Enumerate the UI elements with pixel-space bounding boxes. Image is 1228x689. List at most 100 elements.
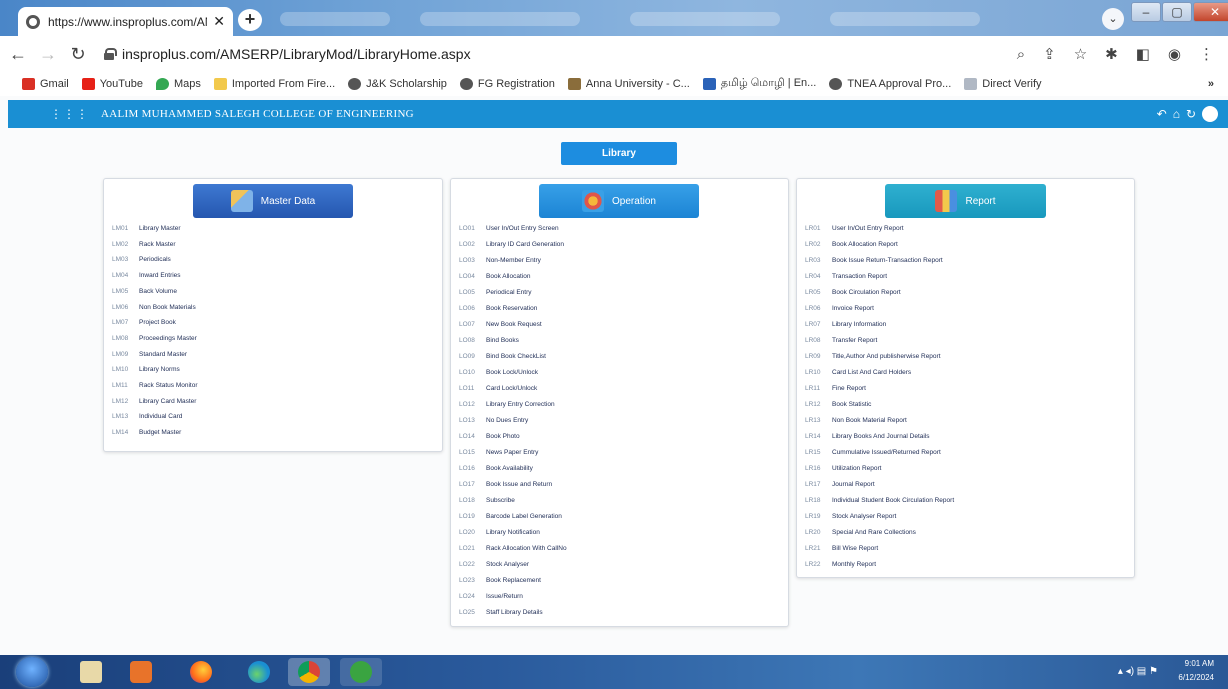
- operation-menu-item[interactable]: LO25 Staff Library Details: [459, 609, 543, 616]
- report-menu-item[interactable]: LR21 Bill Wise Report: [805, 545, 878, 552]
- operation-menu-item[interactable]: LO02 Library ID Card Generation: [459, 241, 564, 248]
- report-menu-item[interactable]: LR04 Transaction Report: [805, 273, 887, 280]
- operation-menu-item[interactable]: LO23 Book Replacement: [459, 577, 541, 584]
- background-tab[interactable]: [420, 12, 580, 26]
- operation-menu-item[interactable]: LO16 Book Availability: [459, 465, 533, 472]
- report-menu-item[interactable]: LR17 Journal Report: [805, 481, 875, 488]
- operation-menu-item[interactable]: LO05 Periodical Entry: [459, 289, 532, 296]
- report-menu-item[interactable]: LR14 Library Books And Journal Details: [805, 433, 930, 440]
- report-menu-item[interactable]: LR19 Stock Analyser Report: [805, 513, 896, 520]
- report-menu-item[interactable]: LR06 Invoice Report: [805, 305, 874, 312]
- bookmark-fg-registration[interactable]: FG Registration: [459, 78, 555, 90]
- master-menu-item[interactable]: LM10 Library Norms: [112, 366, 180, 373]
- minimize-icon[interactable]: –: [1131, 2, 1161, 22]
- report-menu-item[interactable]: LR05 Book Circulation Report: [805, 289, 901, 296]
- system-tray-icons[interactable]: ▴ ◂) ▤ ⚑: [1118, 666, 1158, 677]
- operation-menu-item[interactable]: LO18 Subscribe: [459, 497, 515, 504]
- tab-close-icon[interactable]: ✕: [213, 13, 225, 30]
- bookmarks-more-icon[interactable]: »: [1208, 78, 1214, 90]
- system-clock[interactable]: 9:01 AM 6/12/2024: [1178, 657, 1214, 685]
- bookmark-maps[interactable]: Maps: [155, 78, 201, 90]
- report-menu-item[interactable]: LR22 Monthly Report: [805, 561, 876, 568]
- operation-menu-item[interactable]: LO09 Bind Book CheckList: [459, 353, 546, 360]
- master-menu-item[interactable]: LM07 Project Book: [112, 319, 176, 326]
- master-menu-item[interactable]: LM01 Library Master: [112, 225, 181, 232]
- report-menu-item[interactable]: LR20 Special And Rare Collections: [805, 529, 916, 536]
- operation-menu-item[interactable]: LO04 Book Allocation: [459, 273, 530, 280]
- master-menu-item[interactable]: LM08 Proceedings Master: [112, 335, 197, 342]
- operation-menu-item[interactable]: LO01 User In/Out Entry Screen: [459, 225, 559, 232]
- tab-search-icon[interactable]: ⌄: [1102, 8, 1124, 30]
- app-grid-menu-icon[interactable]: ⋮⋮⋮: [50, 107, 89, 121]
- master-menu-item[interactable]: LM12 Library Card Master: [112, 398, 196, 405]
- background-tab[interactable]: [630, 12, 780, 26]
- operation-menu-item[interactable]: LO12 Library Entry Correction: [459, 401, 555, 408]
- maximize-icon[interactable]: ▢: [1162, 2, 1192, 22]
- side-panel-icon[interactable]: ◧: [1136, 45, 1150, 63]
- bookmark-imported-folder[interactable]: Imported From Fire...: [213, 78, 335, 90]
- operation-menu-item[interactable]: LO20 Library Notification: [459, 529, 540, 536]
- bookmark-anna-university[interactable]: Anna University - C...: [567, 78, 690, 90]
- report-menu-item[interactable]: LR11 Fine Report: [805, 385, 866, 392]
- taskbar-explorer[interactable]: [70, 658, 112, 686]
- reload-icon[interactable]: ↻: [66, 44, 90, 65]
- bookmark-youtube[interactable]: YouTube: [81, 78, 143, 90]
- report-menu-item[interactable]: LR07 Library Information: [805, 321, 886, 328]
- report-menu-item[interactable]: LR16 Utilization Report: [805, 465, 882, 472]
- report-menu-item[interactable]: LR03 Book Issue Return-Transaction Report: [805, 257, 943, 264]
- back-arrow-icon[interactable]: ←: [6, 44, 30, 65]
- report-menu-item[interactable]: LR12 Book Statistic: [805, 401, 871, 408]
- url-field[interactable]: insproplus.com/AMSERP/LibraryMod/Library…: [122, 46, 471, 62]
- share-icon[interactable]: ⇪: [1043, 45, 1056, 63]
- bookmark-direct-verify[interactable]: Direct Verify: [964, 78, 1042, 90]
- operation-menu-item[interactable]: LO03 Non-Member Entry: [459, 257, 541, 264]
- operation-menu-item[interactable]: LO06 Book Reservation: [459, 305, 537, 312]
- master-menu-item[interactable]: LM04 Inward Entries: [112, 272, 181, 279]
- master-menu-item[interactable]: LM09 Standard Master: [112, 351, 187, 358]
- bookmark-tamil[interactable]: தமிழ் மொழி | En...: [702, 77, 816, 91]
- operation-menu-item[interactable]: LO14 Book Photo: [459, 433, 520, 440]
- report-menu-item[interactable]: LR01 User In/Out Entry Report: [805, 225, 904, 232]
- master-menu-item[interactable]: LM11 Rack Status Monitor: [112, 382, 198, 389]
- master-menu-item[interactable]: LM06 Non Book Materials: [112, 304, 196, 311]
- bookmark-star-icon[interactable]: ☆: [1074, 45, 1087, 63]
- report-menu-item[interactable]: LR13 Non Book Material Report: [805, 417, 907, 424]
- background-tab[interactable]: [830, 12, 980, 26]
- taskbar-edge[interactable]: [238, 658, 280, 686]
- report-menu-item[interactable]: LR15 Cummulative Issued/Returned Report: [805, 449, 941, 456]
- report-menu-item[interactable]: LR09 Title,Author And publisherwise Repor…: [805, 353, 941, 360]
- extensions-icon[interactable]: ✱: [1105, 45, 1118, 63]
- master-menu-item[interactable]: LM13 Individual Card: [112, 413, 182, 420]
- new-tab-button[interactable]: +: [238, 9, 262, 31]
- taskbar-firefox[interactable]: [180, 658, 222, 686]
- library-module-button[interactable]: Library: [561, 142, 677, 165]
- close-window-icon[interactable]: ✕: [1193, 2, 1228, 22]
- browser-menu-icon[interactable]: ⋮: [1199, 45, 1214, 63]
- back-icon[interactable]: ↶: [1157, 107, 1167, 121]
- operation-menu-item[interactable]: LO15 News Paper Entry: [459, 449, 538, 456]
- report-menu-item[interactable]: LR10 Card List And Card Holders: [805, 369, 911, 376]
- master-menu-item[interactable]: LM05 Back Volume: [112, 288, 177, 295]
- profile-avatar-icon[interactable]: ◉: [1168, 45, 1181, 63]
- refresh-icon[interactable]: ↻: [1186, 107, 1196, 121]
- report-menu-item[interactable]: LR08 Transfer Report: [805, 337, 877, 344]
- operation-menu-item[interactable]: LO21 Rack Allocation With CallNo: [459, 545, 567, 552]
- operation-menu-item[interactable]: LO22 Stock Analyser: [459, 561, 529, 568]
- logout-icon[interactable]: [1202, 106, 1218, 122]
- operation-menu-item[interactable]: LO08 Bind Books: [459, 337, 519, 344]
- taskbar-utorrent[interactable]: [340, 658, 382, 686]
- operation-menu-item[interactable]: LO11 Card Lock/Unlock: [459, 385, 537, 392]
- taskbar-media-player[interactable]: [120, 658, 162, 686]
- operation-menu-item[interactable]: LO24 Issue/Return: [459, 593, 523, 600]
- operation-menu-item[interactable]: LO13 No Dues Entry: [459, 417, 528, 424]
- zoom-icon[interactable]: ⌕: [1017, 46, 1025, 63]
- report-menu-item[interactable]: LR18 Individual Student Book Circulation …: [805, 497, 954, 504]
- bookmark-tnea[interactable]: TNEA Approval Pro...: [829, 78, 951, 90]
- operation-menu-item[interactable]: LO19 Barcode Label Generation: [459, 513, 562, 520]
- master-menu-item[interactable]: LM02 Rack Master: [112, 241, 175, 248]
- operation-menu-item[interactable]: LO17 Book Issue and Return: [459, 481, 552, 488]
- bookmark-gmail[interactable]: Gmail: [22, 78, 69, 90]
- report-menu-item[interactable]: LR02 Book Allocation Report: [805, 241, 898, 248]
- operation-menu-item[interactable]: LO10 Book Lock/Unlock: [459, 369, 538, 376]
- start-button-icon[interactable]: [16, 657, 48, 687]
